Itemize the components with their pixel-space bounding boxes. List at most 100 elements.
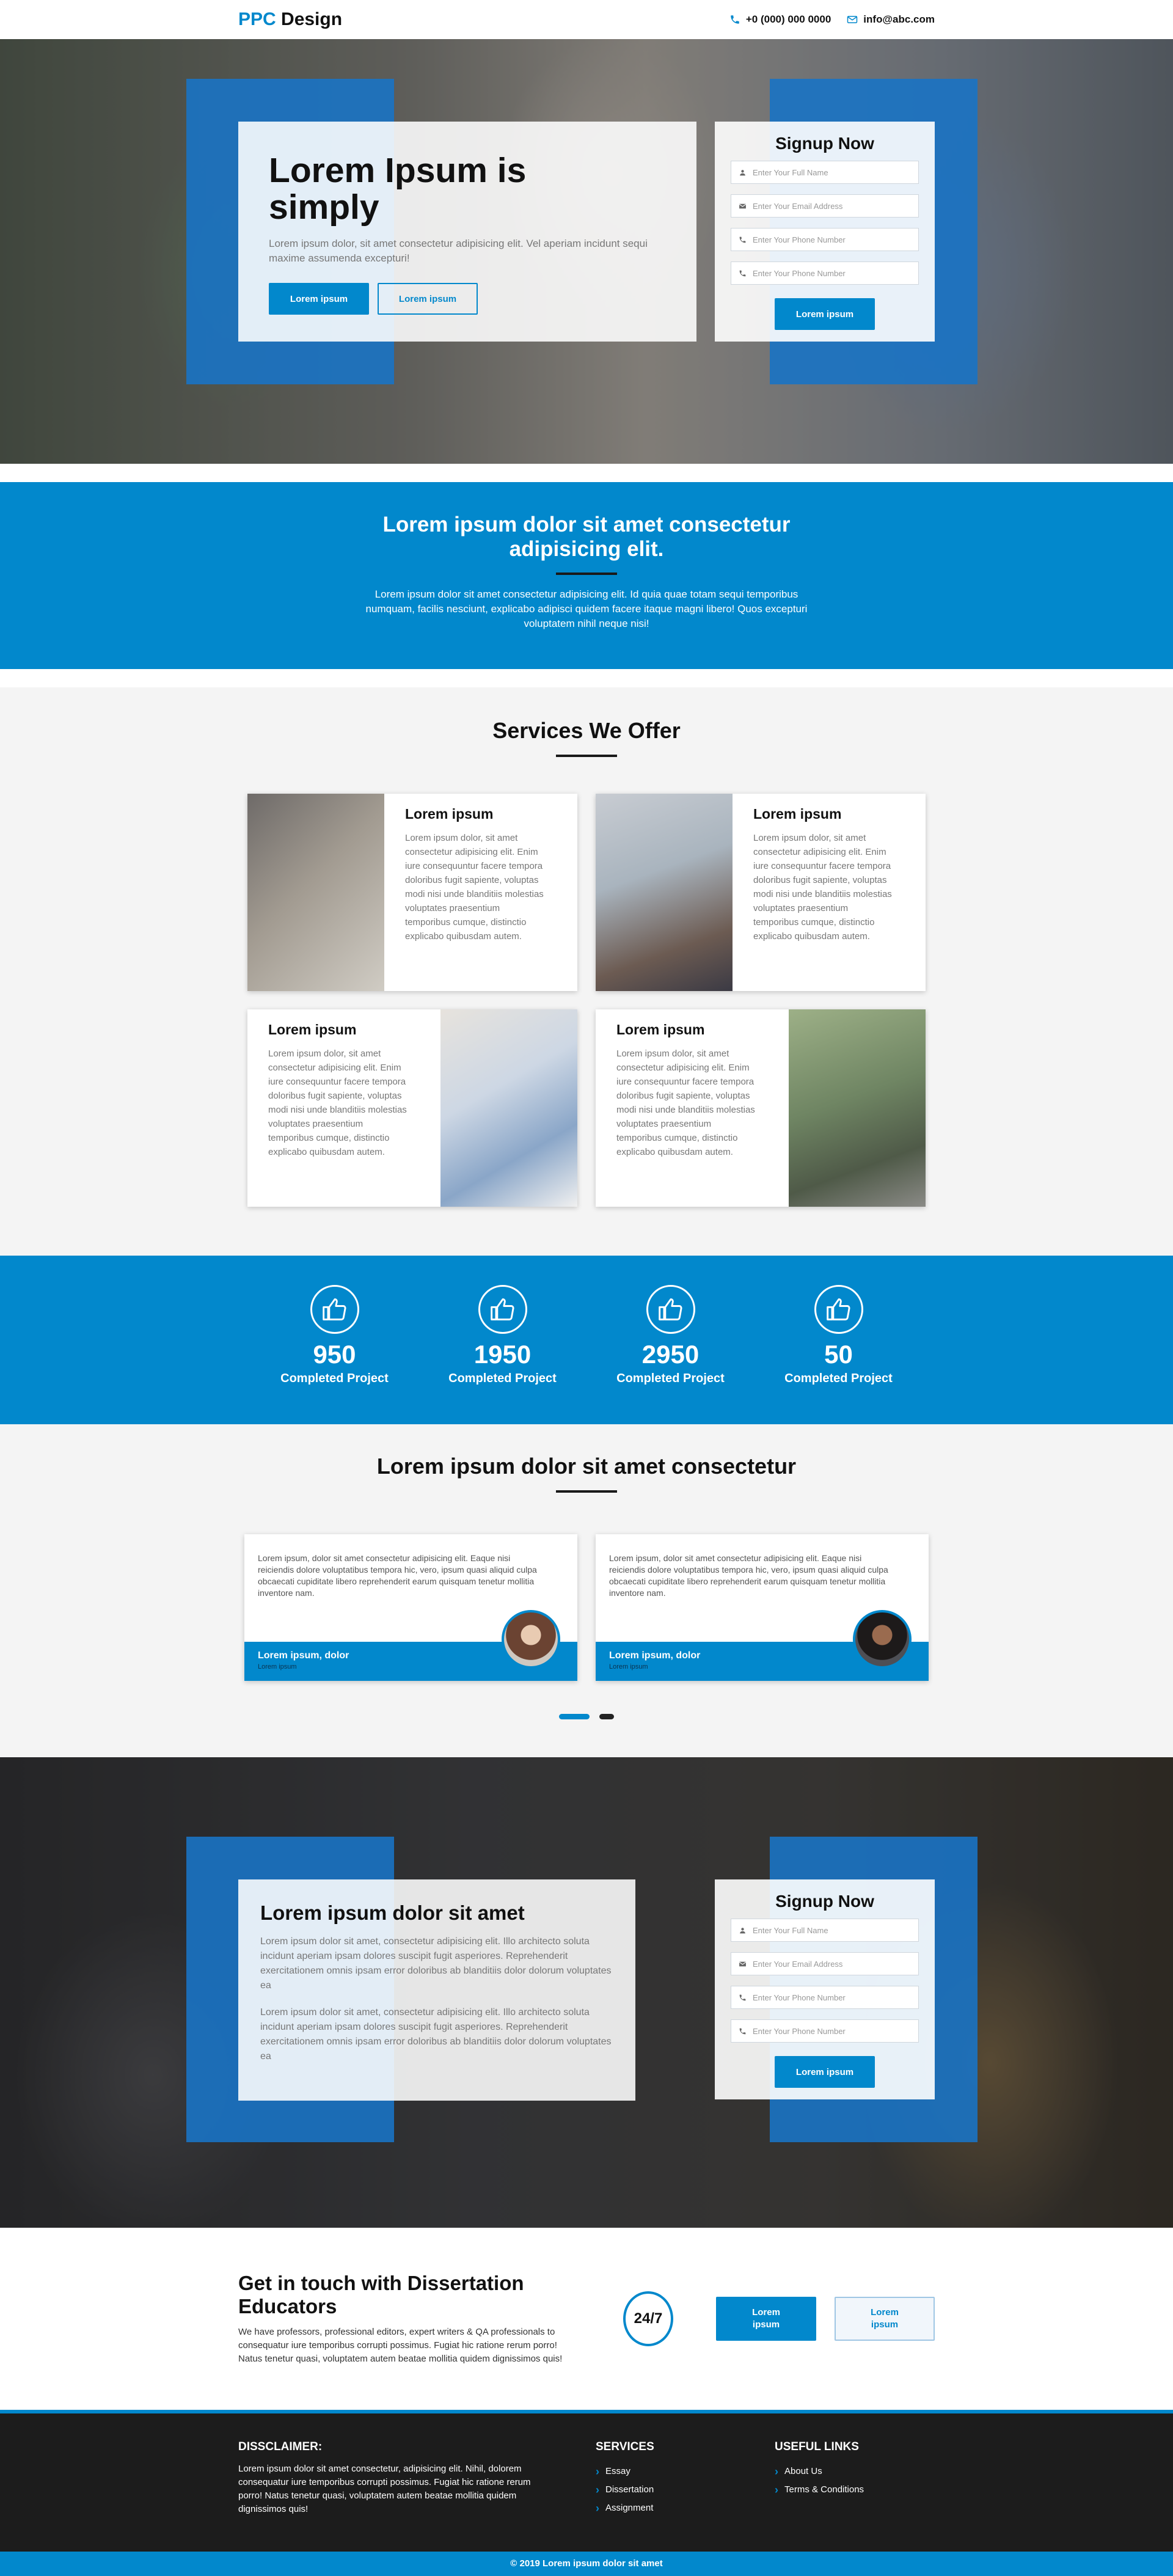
thumbs-up-icon xyxy=(490,1298,514,1320)
phone-number: +0 (000) 000 0000 xyxy=(745,13,831,25)
stat-value: 950 xyxy=(313,1340,356,1369)
about-card: Lorem ipsum dolor sit amet Lorem ipsum d… xyxy=(238,1879,635,2101)
stat-item: 2950 Completed Project xyxy=(601,1285,741,1386)
user-icon xyxy=(740,169,745,175)
site-header: PPC Design +0 (000) 000 0000 info@abc.co… xyxy=(0,0,1173,39)
contact-section: Get in touch with Dissertation Educators… xyxy=(0,2228,1173,2410)
email-placeholder: Enter Your Email Address xyxy=(753,201,843,211)
hero-text: Lorem ipsum dolor, sit amet consectetur … xyxy=(269,238,648,264)
footer-services: SERVICES Essay Dissertation Assignment xyxy=(596,2440,775,2517)
name-field[interactable]: Enter Your Full Name xyxy=(731,161,919,184)
testimonials-carousel: Lorem ipsum, dolor sit amet consectetur … xyxy=(244,1534,929,1681)
stat-label: Completed Project xyxy=(280,1372,389,1385)
email-address: info@abc.com xyxy=(863,13,935,25)
phone-placeholder-2: Enter Your Phone Number xyxy=(753,268,846,278)
footer-useful-links: USEFUL LINKS About Us Terms & Conditions xyxy=(775,2440,864,2517)
phone-icon xyxy=(739,1994,746,2000)
testimonials-section: Lorem ipsum dolor sit amet consectetur L… xyxy=(0,1424,1173,1757)
phone-field-2[interactable]: Enter Your Phone Number xyxy=(731,262,919,285)
service-text: Lorem ipsum dolor, sit amet consectetur … xyxy=(616,1048,755,1157)
contact-primary-button[interactable]: Lorem ipsum xyxy=(716,2297,816,2341)
hero-signup-form: Signup Now Enter Your Full Name Enter Yo… xyxy=(715,122,935,342)
intro-title: Lorem ipsum dolor sit amet consectetur a… xyxy=(382,513,791,561)
header-contacts: +0 (000) 000 0000 info@abc.com xyxy=(729,13,935,26)
services-divider xyxy=(556,755,617,757)
stat-value: 1950 xyxy=(473,1340,532,1369)
phone-field-2[interactable]: Enter Your Phone Number xyxy=(731,2019,919,2043)
stat-label: Completed Project xyxy=(448,1372,557,1385)
footer-link-assignment[interactable]: Assignment xyxy=(596,2499,775,2517)
contact-title: Get in touch with Dissertation Educators xyxy=(238,2272,524,2318)
signup-submit-button[interactable]: Lorem ipsum xyxy=(775,2056,875,2088)
about-signup-form: Signup Now Enter Your Full Name Enter Yo… xyxy=(715,1879,935,2099)
disclaimer-title: DISSCLAIMER: xyxy=(238,2440,323,2453)
clock-label: 24/7 xyxy=(634,2310,663,2327)
testimonials-divider xyxy=(556,1490,617,1493)
hero-secondary-button[interactable]: Lorem ipsum xyxy=(378,283,478,315)
about-paragraph-1: Lorem ipsum dolor sit amet, consectetur … xyxy=(260,1936,612,1991)
stat-item: 50 Completed Project xyxy=(769,1285,909,1386)
disclaimer-text: Lorem ipsum dolor sit amet consectetur, … xyxy=(238,2464,531,2514)
intro-text: Lorem ipsum dolor sit amet consectetur a… xyxy=(365,588,808,629)
footer-link-about[interactable]: About Us xyxy=(775,2462,864,2481)
service-title: Lorem ipsum xyxy=(268,1022,357,1037)
phone-icon xyxy=(739,2028,746,2034)
email-field[interactable]: Enter Your Email Address xyxy=(731,1952,919,1975)
intro-divider xyxy=(556,573,617,575)
avatar xyxy=(502,1610,560,1669)
email-field[interactable]: Enter Your Email Address xyxy=(731,194,919,218)
service-text: Lorem ipsum dolor, sit amet consectetur … xyxy=(753,833,892,942)
logo[interactable]: PPC Design xyxy=(238,9,342,30)
about-title: Lorem ipsum dolor sit amet xyxy=(260,1901,525,1924)
carousel-dot-active[interactable] xyxy=(559,1714,590,1719)
stat-label: Completed Project xyxy=(616,1372,725,1385)
footer-links-title: USEFUL LINKS xyxy=(775,2440,859,2453)
service-card[interactable]: Lorem ipsum Lorem ipsum dolor, sit amet … xyxy=(247,1009,577,1207)
avatar xyxy=(853,1610,912,1669)
testimonial-card: Lorem ipsum, dolor sit amet consectetur … xyxy=(596,1534,929,1681)
phone-contact[interactable]: +0 (000) 000 0000 xyxy=(729,13,831,26)
service-title: Lorem ipsum xyxy=(616,1022,705,1037)
contact-secondary-button[interactable]: Lorem ipsum xyxy=(835,2297,935,2341)
mail-icon xyxy=(847,16,858,23)
email-contact[interactable]: info@abc.com xyxy=(847,13,935,26)
footer-services-title: SERVICES xyxy=(596,2440,654,2453)
about-paragraph-2: Lorem ipsum dolor sit amet, consectetur … xyxy=(260,2007,612,2062)
hero-buttons: Lorem ipsum Lorem ipsum xyxy=(269,283,666,315)
service-card[interactable]: Lorem ipsum Lorem ipsum dolor, sit amet … xyxy=(596,794,926,991)
service-title: Lorem ipsum xyxy=(753,806,842,822)
name-placeholder: Enter Your Full Name xyxy=(753,167,828,177)
signup-title: Signup Now xyxy=(775,134,874,153)
phone-placeholder: Enter Your Phone Number xyxy=(753,235,846,244)
intro-band: Lorem ipsum dolor sit amet consectetur a… xyxy=(0,482,1173,669)
thumbs-up-icon xyxy=(658,1298,682,1320)
services-grid: Lorem ipsum Lorem ipsum dolor, sit amet … xyxy=(247,794,926,1207)
email-placeholder: Enter Your Email Address xyxy=(753,1959,843,1969)
footer-link-terms[interactable]: Terms & Conditions xyxy=(775,2481,864,2499)
service-image xyxy=(247,794,384,991)
thumbs-up-icon xyxy=(322,1298,346,1320)
service-card[interactable]: Lorem ipsum Lorem ipsum dolor, sit amet … xyxy=(247,794,577,991)
footer-link-dissertation[interactable]: Dissertation xyxy=(596,2481,775,2499)
services-title: Services We Offer xyxy=(492,718,681,743)
carousel-dot[interactable] xyxy=(599,1714,614,1719)
service-card[interactable]: Lorem ipsum Lorem ipsum dolor, sit amet … xyxy=(596,1009,926,1207)
footer-link-essay[interactable]: Essay xyxy=(596,2462,775,2481)
hero-card: Lorem Ipsum is simply Lorem ipsum dolor,… xyxy=(238,122,696,342)
service-title: Lorem ipsum xyxy=(405,806,494,822)
phone-field[interactable]: Enter Your Phone Number xyxy=(731,228,919,251)
phone-placeholder: Enter Your Phone Number xyxy=(753,1992,846,2002)
service-text: Lorem ipsum dolor, sit amet consectetur … xyxy=(405,833,544,942)
service-image xyxy=(440,1009,577,1207)
testimonial-text: Lorem ipsum, dolor sit amet consectetur … xyxy=(609,1553,888,1598)
phone-field[interactable]: Enter Your Phone Number xyxy=(731,1986,919,2009)
hero-section: Lorem Ipsum is simply Lorem ipsum dolor,… xyxy=(0,39,1173,464)
contact-text: We have professors, professional editors… xyxy=(238,2327,563,2364)
hero-primary-button[interactable]: Lorem ipsum xyxy=(269,283,369,315)
mail-icon xyxy=(739,1961,747,1966)
mail-icon xyxy=(739,203,747,208)
signup-submit-button[interactable]: Lorem ipsum xyxy=(775,298,875,330)
name-field[interactable]: Enter Your Full Name xyxy=(731,1919,919,1942)
footer-disclaimer: DISSCLAIMER: Lorem ipsum dolor sit amet … xyxy=(238,2440,596,2517)
logo-accent: PPC xyxy=(238,9,276,29)
